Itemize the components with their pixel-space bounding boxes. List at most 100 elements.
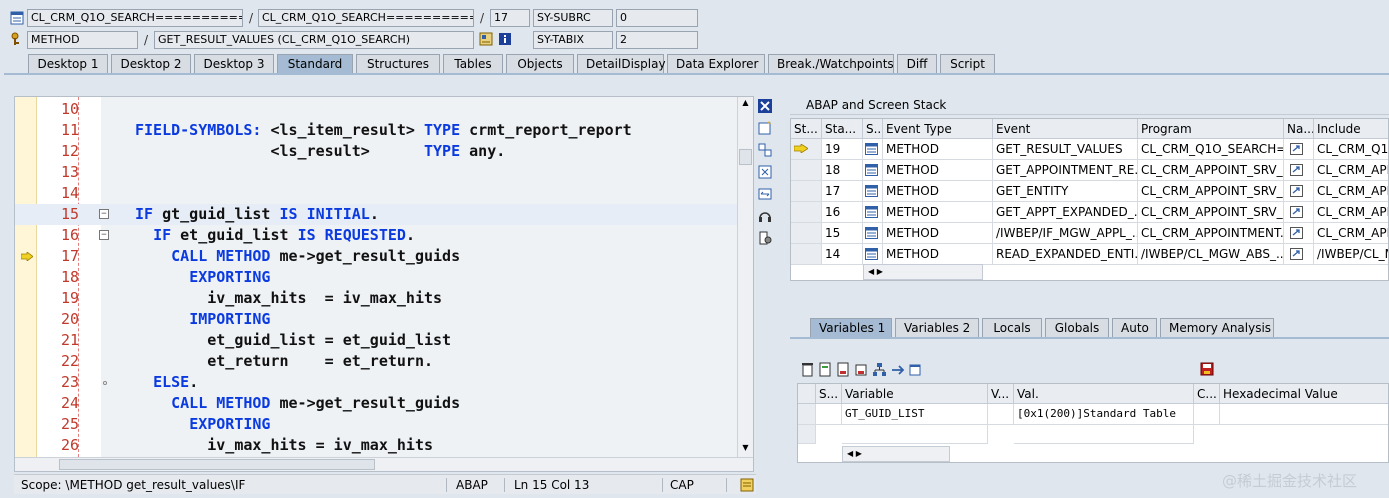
stack-program-cell[interactable]: CL_CRM_APPOINT_SRV_... <box>1138 202 1284 223</box>
code-line[interactable]: 20 IMPORTING <box>15 309 737 330</box>
variable-value-cell[interactable]: [0x1(200)]Standard Table <box>1014 404 1194 425</box>
stack-event-cell[interactable]: READ_EXPANDED_ENTI... <box>993 244 1138 265</box>
stack-level-cell[interactable]: 17 <box>822 181 863 202</box>
stack-include-cell[interactable]: /IWBEP/CL_M <box>1314 244 1388 265</box>
stack-event-type-cell[interactable]: METHOD <box>883 223 993 244</box>
stack-include-cell[interactable]: CL_CRM_APPO <box>1314 181 1388 202</box>
column-header[interactable]: Val. <box>1014 384 1194 404</box>
tab-script[interactable]: Script <box>940 54 995 73</box>
navigate-source-icon[interactable] <box>1290 227 1303 239</box>
stack-include-cell[interactable]: CL_CRM_APPO <box>1314 223 1388 244</box>
column-header[interactable]: Event Type <box>883 119 993 139</box>
code-line[interactable]: 22 et_return = et_return. <box>15 351 737 372</box>
navigate-icon[interactable] <box>890 362 905 377</box>
variable-value-cell[interactable] <box>1014 425 1194 444</box>
stack-navigate-cell[interactable] <box>1284 160 1314 181</box>
hierarchy-icon[interactable] <box>872 362 887 377</box>
tab-locals[interactable]: Locals <box>982 318 1042 337</box>
stack-navigate-cell[interactable] <box>1284 202 1314 223</box>
stack-event-type-cell[interactable]: METHOD <box>883 160 993 181</box>
include-field[interactable]: CL_CRM_Q1O_SEARCH=============... <box>258 9 474 27</box>
code-line[interactable]: 12 <ls_result> TYPE any. <box>15 141 737 162</box>
new-window-icon[interactable] <box>908 362 923 377</box>
column-header[interactable]: Event <box>993 119 1138 139</box>
current-code-line[interactable]: 15 − IF gt_guid_list IS INITIAL. <box>15 204 737 225</box>
navigate-source-icon[interactable] <box>1290 143 1303 155</box>
notepad-icon[interactable] <box>740 478 754 492</box>
stack-event-cell[interactable]: GET_RESULT_VALUES <box>993 139 1138 160</box>
code-line[interactable]: 25 EXPORTING <box>15 414 737 435</box>
code-line[interactable]: 26 iv_max_hits = iv_max_hits <box>15 435 737 456</box>
event-type-field[interactable]: METHOD <box>27 31 138 49</box>
column-header[interactable]: S... <box>816 384 842 404</box>
stack-navigate-cell[interactable] <box>1284 223 1314 244</box>
code-line[interactable]: 21 et_guid_list = et_guid_list <box>15 330 737 351</box>
tab-memory-analysis[interactable]: Memory Analysis <box>1160 318 1274 337</box>
stack-level-cell[interactable]: 19 <box>822 139 863 160</box>
column-header[interactable]: Sta... <box>822 119 863 139</box>
code-line[interactable]: 24 CALL METHOD me->get_result_guids <box>15 393 737 414</box>
tab-variables-1[interactable]: Variables 1 <box>810 318 892 337</box>
info-icon[interactable] <box>498 32 512 46</box>
stack-level-cell[interactable]: 16 <box>822 202 863 223</box>
stack-event-cell[interactable]: GET_APPT_EXPANDED_... <box>993 202 1138 223</box>
scroll-thumb[interactable] <box>59 459 375 470</box>
scroll-up-button[interactable]: ▲ <box>739 98 752 108</box>
tab-standard[interactable]: Standard <box>277 54 353 73</box>
column-header[interactable]: V... <box>988 384 1014 404</box>
code-line[interactable]: 23 ELSE. <box>15 372 737 393</box>
row-selector[interactable] <box>798 404 816 425</box>
stack-navigate-cell[interactable] <box>1284 139 1314 160</box>
variable-name-cell[interactable] <box>842 425 988 444</box>
tab-objects[interactable]: Objects <box>506 54 574 73</box>
stack-event-cell[interactable]: /IWBEP/IF_MGW_APPL_... <box>993 223 1138 244</box>
stack-program-cell[interactable]: /IWBEP/CL_MGW_ABS_... <box>1138 244 1284 265</box>
stack-event-type-cell[interactable]: METHOD <box>883 139 993 160</box>
navigate-source-icon[interactable] <box>1290 206 1303 218</box>
editor-vertical-scrollbar[interactable]: ▲ ▼ <box>737 97 753 457</box>
close-icon[interactable] <box>757 98 773 114</box>
code-line[interactable]: 10 <box>15 99 737 120</box>
variables-horizontal-scrollbar[interactable]: ◀ ▶ <box>842 446 950 462</box>
scroll-thumb[interactable] <box>739 149 752 165</box>
column-header[interactable]: Include <box>1314 119 1388 139</box>
tab-data-explorer[interactable]: Data Explorer <box>667 54 765 73</box>
stack-event-type-cell[interactable]: METHOD <box>883 244 993 265</box>
maximize-icon[interactable] <box>757 164 773 180</box>
column-header[interactable]: S.. <box>863 119 883 139</box>
stack-program-cell[interactable]: CL_CRM_APPOINTMENT... <box>1138 223 1284 244</box>
navigate-source-icon[interactable] <box>1290 185 1303 197</box>
save-local-icon[interactable] <box>818 362 833 377</box>
stack-event-type-cell[interactable]: METHOD <box>883 181 993 202</box>
stack-event-cell[interactable]: GET_APPOINTMENT_RE... <box>993 160 1138 181</box>
tab-desktop-2[interactable]: Desktop 2 <box>111 54 191 73</box>
fold-toggle-icon[interactable]: − <box>99 230 109 240</box>
navigate-source-icon[interactable] <box>1290 164 1303 176</box>
tab-breakpoints[interactable]: Break./Watchpoints <box>768 54 894 73</box>
stack-level-cell[interactable]: 18 <box>822 160 863 181</box>
stack-include-cell[interactable]: CL_CRM_APPO <box>1314 202 1388 223</box>
variable-name-cell[interactable]: GT_GUID_LIST <box>842 404 988 425</box>
event-field[interactable]: GET_RESULT_VALUES (CL_CRM_Q1O_SEARCH) <box>154 31 474 49</box>
flag-icon[interactable] <box>854 362 869 377</box>
column-header[interactable]: Variable <box>842 384 988 404</box>
stack-program-cell[interactable]: CL_CRM_APPOINT_SRV_... <box>1138 160 1284 181</box>
stack-navigate-cell[interactable] <box>1284 181 1314 202</box>
settings-icon[interactable] <box>757 230 773 246</box>
stack-event-cell[interactable]: GET_ENTITY <box>993 181 1138 202</box>
sy-subrc-value[interactable]: 0 <box>616 9 698 27</box>
code-line[interactable]: 14 <box>15 183 737 204</box>
row-selector[interactable] <box>798 425 816 444</box>
fold-toggle-icon[interactable]: − <box>99 209 109 219</box>
tab-tables[interactable]: Tables <box>443 54 503 73</box>
new-session-icon[interactable] <box>757 120 773 136</box>
code-line[interactable]: 13 <box>15 162 737 183</box>
scroll-down-button[interactable]: ▼ <box>739 443 752 453</box>
stack-level-cell[interactable]: 14 <box>822 244 863 265</box>
stack-include-cell[interactable]: CL_CRM_APPO <box>1314 160 1388 181</box>
stack-navigate-cell[interactable] <box>1284 244 1314 265</box>
code-line[interactable]: 11 FIELD-SYMBOLS: <ls_item_result> TYPE c… <box>15 120 737 141</box>
tab-desktop-3[interactable]: Desktop 3 <box>194 54 274 73</box>
executing-code-line[interactable]: 17 CALL METHOD me->get_result_guids <box>15 246 737 267</box>
tab-diff[interactable]: Diff <box>897 54 937 73</box>
